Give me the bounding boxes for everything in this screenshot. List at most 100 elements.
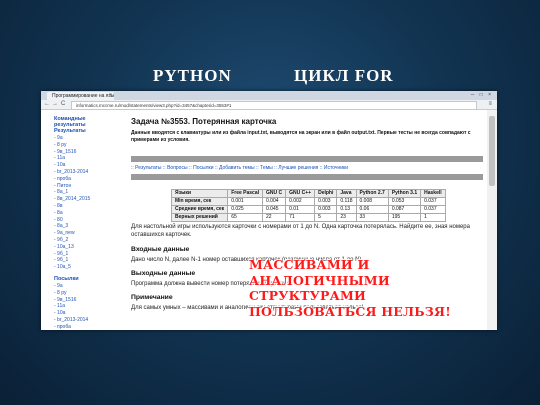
stats-cell: 33 (355, 213, 389, 222)
sidebar-results-item[interactable]: - 8a_3 (54, 223, 90, 230)
scroll-thumb[interactable] (489, 116, 495, 186)
stats-cell: 195 (387, 213, 422, 222)
stats-cell: 0.003 (314, 197, 338, 206)
sidebar-results-item[interactable]: - 80 (54, 217, 90, 224)
stats-row-label: Верных решений (170, 213, 229, 222)
stats-header-cell: Delphi (314, 189, 338, 198)
stats-cell: 0.003 (314, 205, 338, 214)
sidebar-posts-heading[interactable]: Посылки (54, 276, 79, 282)
sidebar-posts-item[interactable]: - br_2013-2014 (54, 317, 88, 324)
sidebar-posts-list: - 9a - 8 py - 9в_1516- 11a - 10a - br_2013-2… (54, 283, 88, 330)
sidebar-posts-item[interactable]: - проба (54, 324, 88, 330)
close-tab-icon[interactable]: × (109, 92, 112, 98)
stats-cell: 0.037 (420, 197, 446, 206)
address-bar: ← → C informatics.mccme.ru/mod/statement… (41, 100, 497, 110)
divider-bar (131, 156, 483, 162)
sidebar-posts-item[interactable]: - 9a (54, 283, 88, 290)
stats-cell: 65 (227, 213, 263, 222)
sidebar-results-item[interactable]: - 10a_13 (54, 244, 90, 251)
stats-header-cell: Free Pascal (227, 189, 263, 198)
sidebar-posts-item[interactable]: - 9в_1516 (54, 297, 88, 304)
task-nav-link[interactable]: :: Темы (256, 165, 273, 171)
sidebar-results-item[interactable]: - 8в (54, 203, 90, 210)
window-controls[interactable]: ─ □ × (471, 92, 493, 98)
slide-title-for-loop: ЦИКЛ FOR (294, 66, 394, 85)
output-heading: Выходные данные (131, 270, 196, 277)
tab-bar: Программирование на язы × ─ □ × (41, 91, 497, 100)
sidebar-results-list: - 9a - 8 py - 9в_1516- 11a - 10a - br_2013-2… (54, 135, 90, 271)
task-nav-links: :: Результаты :: Вопросы :: Посылки :: Д… (131, 165, 483, 171)
stats-cell: 23 (336, 213, 357, 222)
stats-cell: 0.045 (261, 205, 287, 214)
url-input[interactable]: informatics.mccme.ru/mod/statements/view… (71, 101, 477, 110)
sidebar-team-results-link[interactable]: Командные результаты (54, 116, 117, 128)
sidebar-results-item[interactable]: - 10a (54, 162, 90, 169)
sidebar-results-item[interactable]: - 8a (54, 210, 90, 217)
scrollbar[interactable] (487, 110, 497, 330)
sidebar-posts-item[interactable]: - 10a (54, 310, 88, 317)
back-icon[interactable]: ← (44, 101, 50, 108)
sidebar: Командные результаты Результаты - 9a - 8 … (41, 110, 117, 330)
sidebar-results-item[interactable]: - 9б_2 (54, 237, 90, 244)
task-nav-link[interactable]: :: Посылки (189, 165, 214, 171)
stats-cell: 22 (261, 213, 287, 222)
sidebar-results-item[interactable]: - 11a (54, 155, 90, 162)
warning-line: СТРУКТУРАМИ (249, 288, 367, 303)
note-heading: Примечание (131, 294, 173, 301)
stats-cell: 0.025 (227, 205, 263, 214)
stats-cell: 5 (314, 213, 338, 222)
task-title: Задача №3553. Потерянная карточка (131, 117, 277, 126)
sidebar-results-item[interactable]: - 9a (54, 135, 90, 142)
sidebar-results-heading[interactable]: Результаты (54, 128, 86, 134)
stats-row-label: Min время, сек (170, 197, 229, 206)
warning-line: АНАЛОГИЧНЫМИ (249, 272, 390, 288)
sidebar-results-item[interactable]: - 9в_1516 (54, 149, 90, 156)
reload-icon[interactable]: C (61, 101, 65, 108)
stats-cell: 0.087 (387, 205, 422, 214)
task-nav-link[interactable]: :: Лучшие решения (274, 165, 318, 171)
stats-cell: 0.008 (355, 197, 389, 206)
task-input-note-text: Данные вводятся с клавиатуры или из файл… (131, 130, 471, 143)
sidebar-results-item[interactable]: - 9a_new (54, 230, 90, 237)
task-input-note: Данные вводятся с клавиатуры или из файл… (131, 130, 483, 144)
stats-header-cell: GNU C++ (285, 189, 316, 198)
stats-header-cell: GNU C (261, 189, 287, 198)
warning-overlay: МАССИВАМИ И АНАЛОГИЧНЫМИ СТРУКТУРАМИ ПОЛ… (249, 257, 451, 319)
stats-cell: 0.004 (261, 197, 287, 206)
forward-icon[interactable]: → (52, 101, 58, 108)
stats-table: Языки Free Pascal GNU C GNU C++ Delphi Java Py… (170, 189, 446, 222)
menu-icon[interactable]: ≡ (488, 101, 492, 107)
sidebar-results-item[interactable]: - 8 py (54, 142, 90, 149)
sidebar-results-item[interactable]: - Питон (54, 183, 90, 190)
task-nav-link[interactable]: :: Вопросы (163, 165, 188, 171)
browser-tab[interactable]: Программирование на язы (47, 92, 114, 100)
task-nav-link[interactable]: :: Результаты (131, 165, 162, 171)
task-nav-link[interactable]: :: Добавить темы (215, 165, 255, 171)
sidebar-results-item[interactable]: - 8в_2014_2015 (54, 196, 90, 203)
input-heading: Входные данные (131, 246, 190, 253)
warning-line: МАССИВАМИ И (249, 257, 370, 272)
stats-header-cell: Языки (170, 189, 229, 198)
sidebar-results-item[interactable]: - 10a_5 (54, 264, 90, 271)
warning-line: ПОЛЬЗОВАТЬСЯ НЕЛЬЗЯ! (249, 303, 451, 319)
divider-bar (131, 174, 483, 180)
stats-cell: 0.01 (285, 205, 316, 214)
sidebar-results-item[interactable]: - 9б_1 (54, 251, 90, 258)
stats-cell: 0.001 (227, 197, 263, 206)
stats-header-cell: Python 2.7 (355, 189, 389, 198)
stats-cell: 71 (285, 213, 316, 222)
sidebar-results-item[interactable]: - 9б_1 (54, 257, 90, 264)
stats-row: Верных решений 65 22 71 5 23 33 195 1 (170, 213, 446, 222)
sidebar-posts-item[interactable]: - 11a (54, 303, 88, 310)
slide-title-python: PYTHON (153, 66, 232, 85)
sidebar-results-item[interactable]: - проба (54, 176, 90, 183)
sidebar-results-item[interactable]: - br_2013-2014 (54, 169, 90, 176)
sidebar-results-item[interactable]: - 8a_1 (54, 189, 90, 196)
stats-row-label: Средние время, сек (170, 205, 229, 214)
stats-header-cell: Java (336, 189, 357, 198)
stats-cell: 0.118 (336, 197, 357, 206)
task-statement: Для настольной игры используются карточк… (131, 224, 470, 238)
stats-cell: 1 (420, 213, 446, 222)
sidebar-posts-item[interactable]: - 8 py (54, 290, 88, 297)
task-nav-link[interactable]: :: Источники (320, 165, 348, 171)
